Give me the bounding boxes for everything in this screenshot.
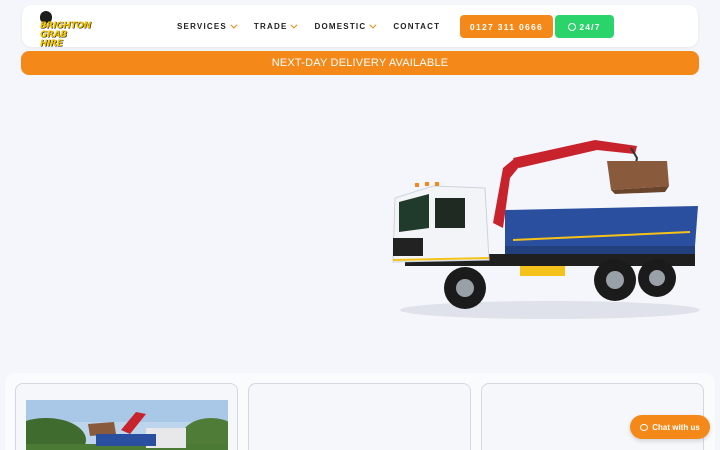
phone-button[interactable]: 0127 311 0666 [460, 15, 553, 38]
grab-truck-image [392, 140, 700, 319]
nav-label-domestic: DOMESTIC [314, 21, 367, 31]
delivery-banner: NEXT-DAY DELIVERY AVAILABLE [21, 51, 699, 75]
nav-item-domestic[interactable]: DOMESTIC [314, 21, 377, 31]
chevron-down-icon [369, 21, 377, 29]
whatsapp-icon [568, 22, 577, 31]
main-nav: SERVICES TRADE DOMESTIC CONTACT [177, 5, 459, 47]
whatsapp-label: 24/7 [579, 21, 601, 32]
whatsapp-button[interactable]: 24/7 [555, 15, 614, 38]
site-header: BRIGHTON GRAB HIRE SERVICES TRADE DOMEST… [22, 5, 698, 49]
chat-with-us-button[interactable]: Chat with us [630, 415, 710, 439]
chevron-down-icon [230, 21, 238, 29]
nav-item-contact[interactable]: CONTACT [393, 22, 440, 31]
nav-item-services[interactable]: SERVICES [177, 21, 238, 31]
chat-label: Chat with us [652, 422, 700, 432]
chevron-down-icon [290, 21, 298, 29]
nav-item-trade[interactable]: TRADE [253, 21, 298, 31]
nav-label-services: SERVICES [177, 21, 227, 31]
logo-line-2: GRAB HIRE [40, 30, 67, 49]
service-card-photo [26, 400, 228, 450]
chat-bubble-icon [640, 423, 649, 431]
brighton-grab-hire-logo[interactable]: BRIGHTON GRAB HIRE [38, 11, 91, 49]
nav-label-trade: TRADE [253, 21, 288, 31]
service-card[interactable] [248, 383, 471, 450]
nav-label-contact: CONTACT [393, 21, 441, 31]
